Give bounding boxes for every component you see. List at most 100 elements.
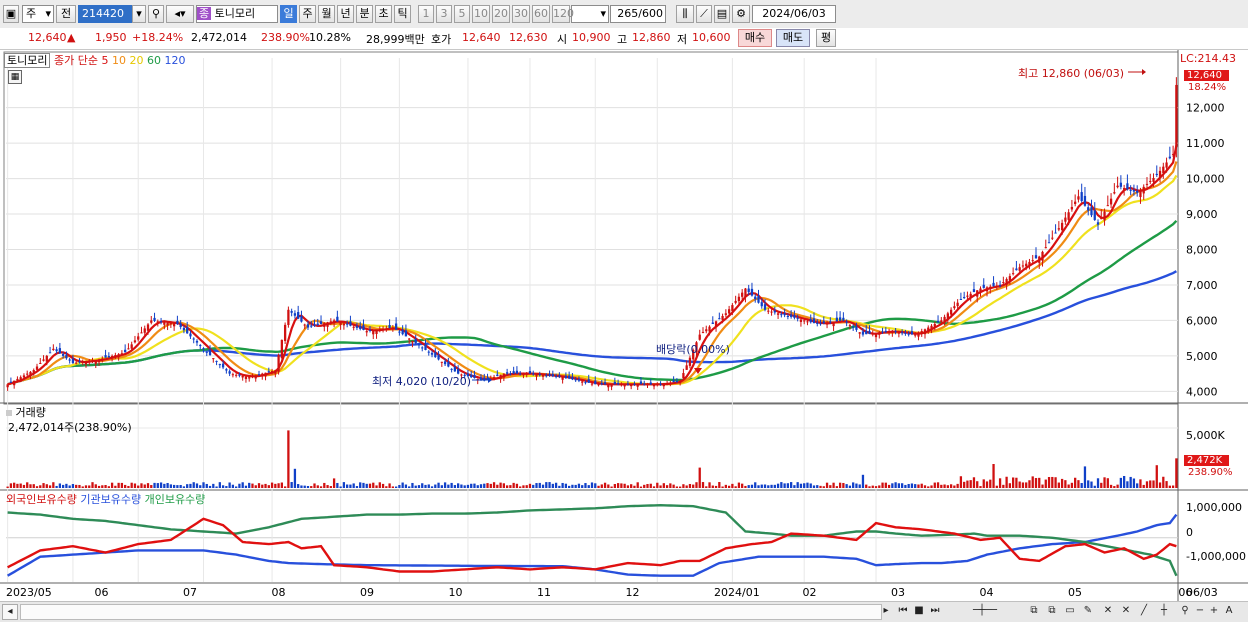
cross-icon-2[interactable]: ✕ — [1118, 604, 1134, 618]
candle-body — [202, 348, 205, 350]
month-label-6: 11 — [537, 586, 551, 599]
volume-bar — [613, 484, 616, 488]
holdings-axis-bottom: -1,000,000 — [1186, 550, 1246, 563]
month-label-4: 09 — [360, 586, 374, 599]
auto-icon[interactable]: A — [1222, 604, 1236, 618]
period-tab-3[interactable]: 년 — [337, 5, 354, 23]
interval-button-30[interactable]: 30 — [512, 5, 530, 23]
buy-button[interactable]: 매수 — [738, 29, 772, 47]
bid-price: 12,630 — [509, 31, 548, 44]
period-tab-5[interactable]: 초 — [375, 5, 392, 23]
interval-button-10[interactable]: 10 — [472, 5, 490, 23]
speaker-icon[interactable]: ◂▾ — [166, 5, 194, 23]
chart-area[interactable]: 12,000 11,000 10,000 9,000 8,000 7,000 6,000 5,… — [0, 50, 1248, 601]
candle-body — [956, 302, 959, 307]
volume-bar — [783, 483, 786, 488]
volume-bar — [150, 485, 153, 488]
interval-button-120[interactable]: 120 — [552, 5, 574, 23]
interval-button-60[interactable]: 60 — [532, 5, 550, 23]
save-icon[interactable]: ▤ — [714, 5, 730, 23]
unit-select[interactable]: ▾ — [571, 5, 609, 23]
volume-bar — [646, 483, 649, 488]
candle-body — [52, 348, 55, 351]
candle-body — [143, 328, 146, 333]
period-tab-0[interactable]: 일 — [280, 5, 297, 23]
candle-body — [408, 338, 411, 340]
zoom-slider[interactable]: ─┼── — [950, 604, 1020, 618]
stock-name-field[interactable]: 종 토니모리 — [196, 5, 278, 23]
candle-body — [430, 352, 434, 355]
volume-bar — [137, 485, 140, 488]
period-tab-6[interactable]: 틱 — [394, 5, 411, 23]
volume-bar — [1109, 484, 1113, 488]
toolbar: ▣ 주 ▾ 전 214420 ▾ ⚲ ◂▾ 종 토니모리 ▾ 265/600 ⫼ … — [0, 0, 1248, 29]
zoom-out-icon[interactable]: − — [1194, 604, 1206, 618]
ruler-icon[interactable]: ┼ — [1156, 604, 1172, 618]
scroll-thumb[interactable] — [20, 604, 882, 620]
volume-bar — [597, 485, 600, 488]
prev-button[interactable]: 전 — [56, 5, 76, 23]
scroll-left-icon[interactable]: ◂ — [2, 604, 18, 620]
zoom-in-icon[interactable]: + — [1208, 604, 1220, 618]
scroll-right-icon[interactable]: ▸ — [880, 604, 892, 618]
interval-button-20[interactable]: 20 — [492, 5, 510, 23]
grid-toggle-icon[interactable]: ▦ — [8, 70, 22, 84]
copy-icon[interactable]: ⧉ — [1026, 604, 1042, 618]
sell-button[interactable]: 매도 — [776, 29, 810, 47]
candle-body — [861, 331, 865, 335]
candle-body — [577, 379, 581, 381]
zoom-icon[interactable]: ⚲ — [1178, 604, 1192, 618]
chevron-down-icon[interactable]: ▾ — [132, 5, 146, 23]
interval-button-1[interactable]: 1 — [418, 5, 434, 23]
stock-chart[interactable]: 12,000 11,000 10,000 9,000 8,000 7,000 6,000 5,… — [0, 50, 1248, 601]
rewind-icon[interactable]: ⏮ — [896, 604, 910, 618]
search-icon[interactable]: ⚲ — [148, 5, 164, 23]
volume-bar — [665, 485, 669, 488]
stop-icon[interactable]: ■ — [912, 604, 926, 618]
scroll-bar[interactable]: ◂ ▸ ⏮ ■ ⏭ ─┼── ⧉ ⧉ ▭ ✎ ✕ ✕ ╱ ┼ ⚲ − + A — [0, 601, 1248, 622]
volume-bar — [943, 484, 946, 488]
volume-bar — [169, 484, 173, 488]
stock-tag[interactable]: 토니모리 — [4, 53, 51, 68]
draw-icon[interactable]: ✎ — [1080, 604, 1096, 618]
volume-bar — [616, 483, 620, 488]
candle-body — [554, 376, 558, 378]
interval-button-5[interactable]: 5 — [454, 5, 470, 23]
volume-bar — [58, 483, 62, 488]
volume-bar — [443, 482, 447, 488]
volume-bar — [417, 485, 421, 488]
candle-body — [75, 362, 78, 364]
count-field[interactable]: 265/600 — [610, 5, 666, 23]
market-select[interactable]: 주 ▾ — [22, 5, 54, 23]
period-tab-2[interactable]: 월 — [318, 5, 335, 23]
candle-body — [326, 322, 329, 327]
volume-bar — [88, 485, 91, 488]
period-tab-1[interactable]: 주 — [299, 5, 316, 23]
volume-bar — [434, 484, 437, 488]
volume-bar — [512, 482, 515, 488]
date-field[interactable]: 2024/06/03 — [752, 5, 836, 23]
volume-bar — [734, 486, 737, 488]
candle-icon[interactable]: ⫼ — [676, 5, 694, 23]
window-menu-icon[interactable]: ▣ — [3, 5, 19, 23]
volume-bar — [336, 482, 339, 488]
avg-button[interactable]: 평 — [816, 29, 836, 47]
gear-icon[interactable]: ⚙ — [732, 5, 750, 23]
candle-body — [770, 311, 773, 313]
fast-forward-icon[interactable]: ⏭ — [928, 604, 942, 618]
line-icon[interactable]: ╱ — [1136, 604, 1152, 618]
candle-body — [26, 373, 29, 375]
interval-button-3[interactable]: 3 — [436, 5, 452, 23]
candle-body — [502, 373, 505, 378]
volume-bar — [1096, 478, 1100, 488]
period-tab-4[interactable]: 분 — [356, 5, 373, 23]
cross-icon[interactable]: ✕ — [1100, 604, 1116, 618]
layout-icon[interactable]: ▭ — [1062, 604, 1078, 618]
window-icon[interactable]: ⧉ — [1044, 604, 1060, 618]
candle-body — [1008, 276, 1012, 281]
candle-body — [1142, 186, 1145, 194]
volume-bar — [166, 483, 169, 488]
stock-code-input[interactable]: 214420 — [78, 5, 136, 23]
candle-body — [646, 384, 649, 386]
line-tool-icon[interactable]: ⟋ — [696, 5, 712, 23]
